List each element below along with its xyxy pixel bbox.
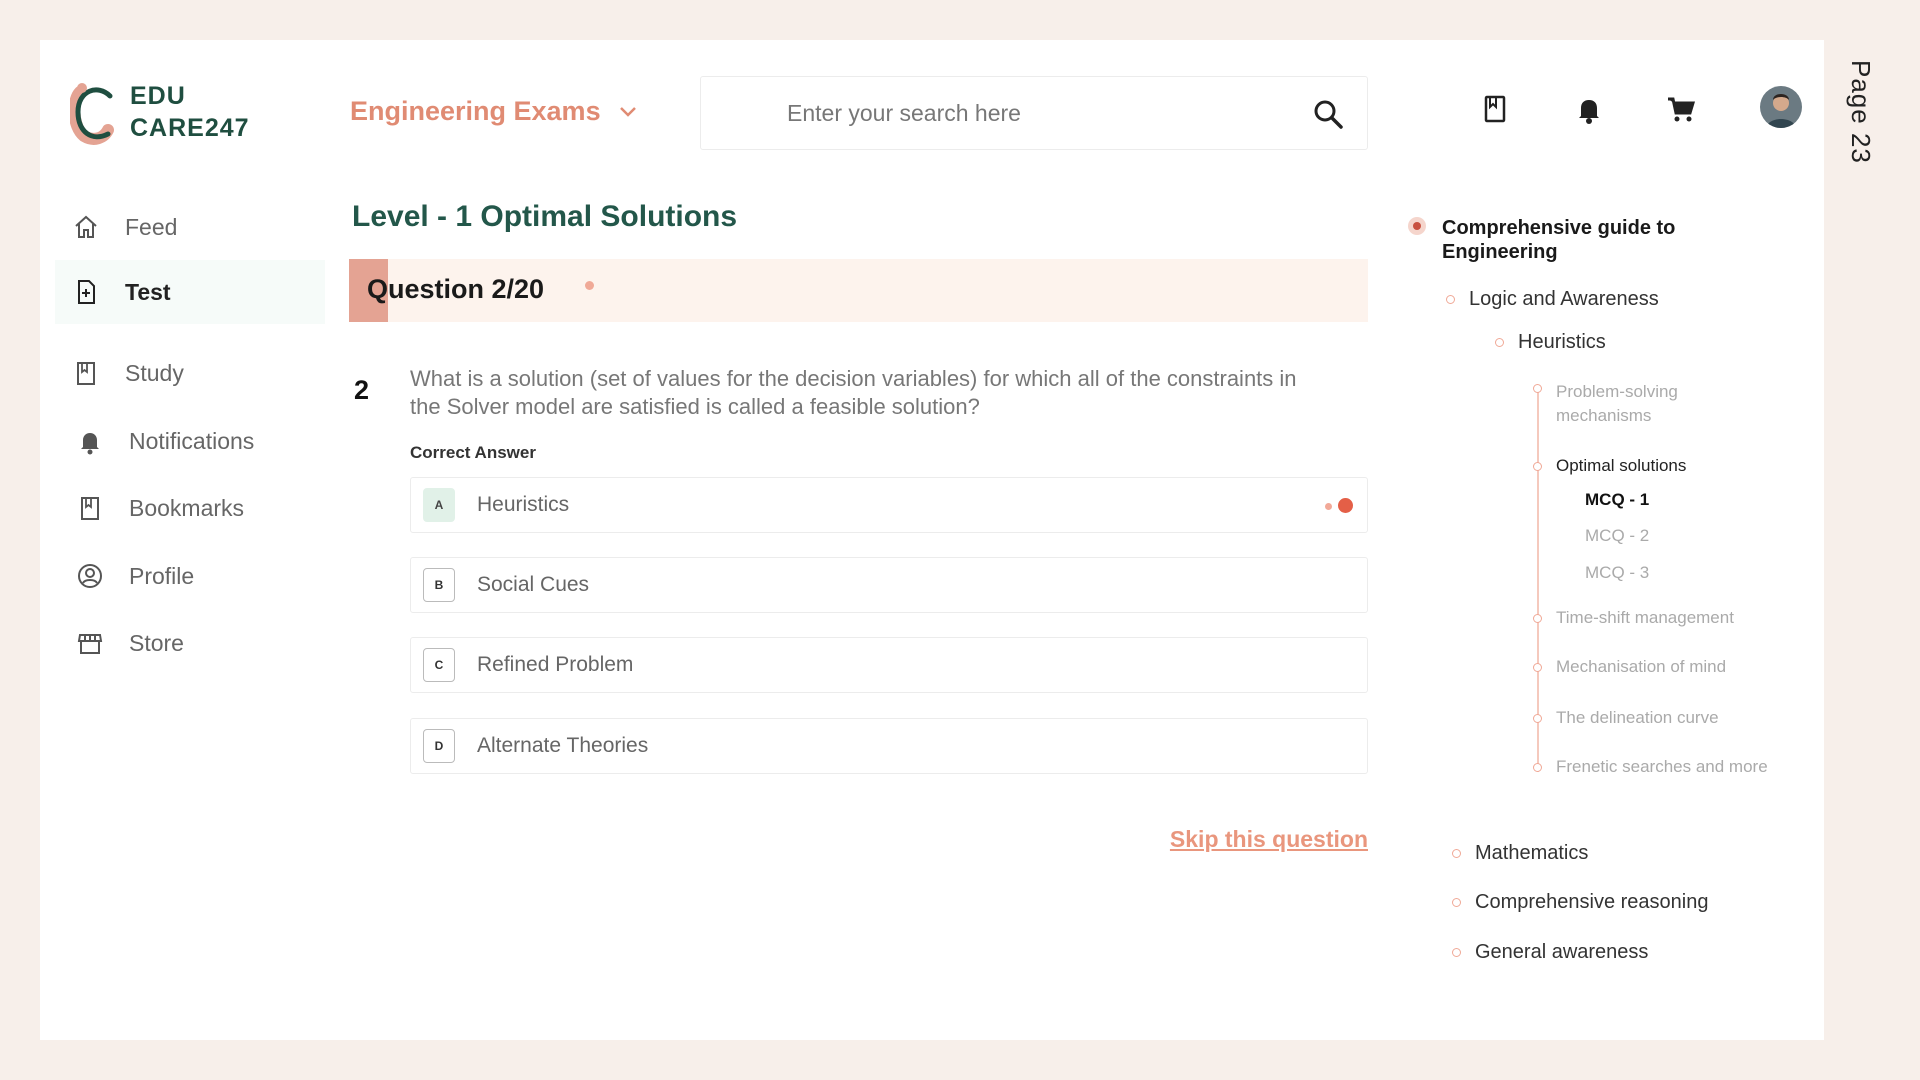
search-bar [700,76,1368,150]
study-book-icon [71,358,101,388]
selected-indicator [1338,498,1353,513]
tree-subtopic[interactable]: Frenetic searches and more [1533,757,1768,777]
tree-section-reasoning[interactable]: Comprehensive reasoning [1452,891,1708,914]
avatar[interactable] [1760,86,1802,128]
option-text: Social Cues [477,573,590,596]
tree-topic-heuristics[interactable]: Heuristics [1495,331,1606,354]
tree-section-label: Mathematics [1475,842,1589,864]
option-key-badge: A [423,488,455,522]
sidebar-item-label: Store [129,629,184,656]
ring-bullet-icon [1452,898,1461,907]
search-input[interactable] [787,99,1267,127]
test-doc-icon [71,277,101,307]
tree-subtopic-label: Optimal solutions [1556,456,1687,475]
question-progress-text: Question 2/20 [367,274,545,304]
tree-subtopic[interactable]: Problem-solving mechanisms [1533,380,1726,428]
profile-icon [75,561,105,591]
progress-dot [585,281,594,290]
active-bullet-icon [1408,217,1426,235]
tree-mcq-item[interactable]: MCQ - 1 [1585,490,1649,510]
page-title-text: Level - 1 Optimal Solutions [352,200,738,233]
tree-subtopic-label: The delineation curve [1556,708,1719,727]
page-title: Level - 1 Optimal Solutions [348,200,764,236]
tree-subtopic-label: Time-shift management [1556,608,1734,627]
tree-subtopic[interactable]: Mechanisation of mind [1533,657,1726,677]
bookmark-icon [75,493,105,523]
page-label: Page 23 [1846,60,1876,164]
tree-subtopic[interactable]: Time-shift management [1533,608,1734,628]
ring-bullet-icon [1452,849,1461,858]
tree-subtopic-active[interactable]: Optimal solutions [1533,456,1686,476]
question-text: What is a solution (set of values for th… [410,366,1297,419]
option-text: Refined Problem [477,653,634,676]
correct-answer-label: Correct Answer [410,443,536,462]
brand-name: EDU CARE247 [130,80,250,144]
answer-option-c[interactable]: C Refined Problem [410,637,1368,693]
question-progress-bar: Question 2/20 [349,259,1368,322]
tree-section-awareness[interactable]: General awareness [1452,941,1648,964]
tree-subtopic-label: Mechanisation of mind [1556,657,1727,676]
sidebar-item-label: Profile [129,562,195,589]
tree-topic-label: Heuristics [1518,331,1606,353]
option-text: Alternate Theories [477,734,649,757]
sidebar-item-label: Study [125,359,184,386]
question-number: 2 [354,375,370,405]
sidebar-item-label: Notifications [129,427,255,454]
option-text: Heuristics [477,493,570,516]
ring-bullet-icon [1495,338,1504,347]
sidebar-item-study[interactable]: Study [55,341,325,405]
store-icon [75,628,105,658]
tree-mcq-item[interactable]: MCQ - 3 [1585,563,1649,583]
sidebar-item-label: Bookmarks [129,494,245,521]
answer-option-b[interactable]: B Social Cues [410,557,1368,613]
bell-icon[interactable] [1572,92,1606,126]
sidebar-item-bookmarks[interactable]: Bookmarks [55,476,325,540]
cart-icon[interactable] [1664,92,1698,126]
tree-section-label: General awareness [1475,941,1649,963]
sidebar-item-store[interactable]: Store [55,611,325,675]
search-icon[interactable] [1311,97,1345,131]
exam-category-label: Engineering Exams [350,96,601,126]
tree-subtopic-label: Frenetic searches and more [1556,757,1768,776]
main-card [40,40,1824,1040]
sidebar-item-profile[interactable]: Profile [55,544,325,608]
tree-subtopic[interactable]: The delineation curve [1533,708,1719,728]
option-key-badge: B [423,568,455,602]
sidebar-item-label: Feed [125,213,178,240]
tree-subtopic-label: Problem-solving mechanisms [1556,382,1678,425]
ring-bullet-icon [1533,762,1542,772]
exam-category-select[interactable]: Engineering Exams [350,96,637,127]
answer-option-a[interactable]: A Heuristics [410,477,1368,533]
chevron-down-icon [619,106,636,117]
answer-option-d[interactable]: D Alternate Theories [410,718,1368,774]
brand-logo[interactable]: EDU CARE247 [68,78,250,146]
skip-question-link[interactable]: Skip this question [1170,826,1368,853]
logo-icon [68,78,124,146]
sidebar-item-label: Test [125,278,171,305]
tree-root-label: Comprehensive guide to Engineering [1442,217,1676,263]
selected-indicator-small [1325,503,1332,510]
option-key-badge: D [423,729,455,763]
home-icon [71,212,101,242]
ring-bullet-icon [1533,613,1542,623]
sidebar-item-feed[interactable]: Feed [55,195,325,259]
tree-section-logic[interactable]: Logic and Awareness [1446,288,1659,311]
option-key-badge: C [423,648,455,682]
tree-mcq-item[interactable]: MCQ - 2 [1585,526,1649,546]
ring-bullet-icon [1533,384,1542,393]
sidebar-item-test[interactable]: Test [55,260,325,324]
tree-section-label: Logic and Awareness [1469,288,1659,310]
bell-icon [75,426,105,456]
tree-section-mathematics[interactable]: Mathematics [1452,842,1588,865]
ring-bullet-icon [1446,295,1455,304]
bookmark-icon[interactable] [1478,92,1512,126]
sidebar-item-notifications[interactable]: Notifications [55,409,325,473]
ring-bullet-icon [1533,713,1542,723]
brand-line-1: EDU [130,82,186,110]
brand-line-2: CARE247 [130,114,250,142]
ring-bullet-icon [1452,948,1461,957]
ring-bullet-icon [1533,662,1542,672]
ring-bullet-icon [1533,461,1542,471]
tree-section-label: Comprehensive reasoning [1475,891,1709,913]
